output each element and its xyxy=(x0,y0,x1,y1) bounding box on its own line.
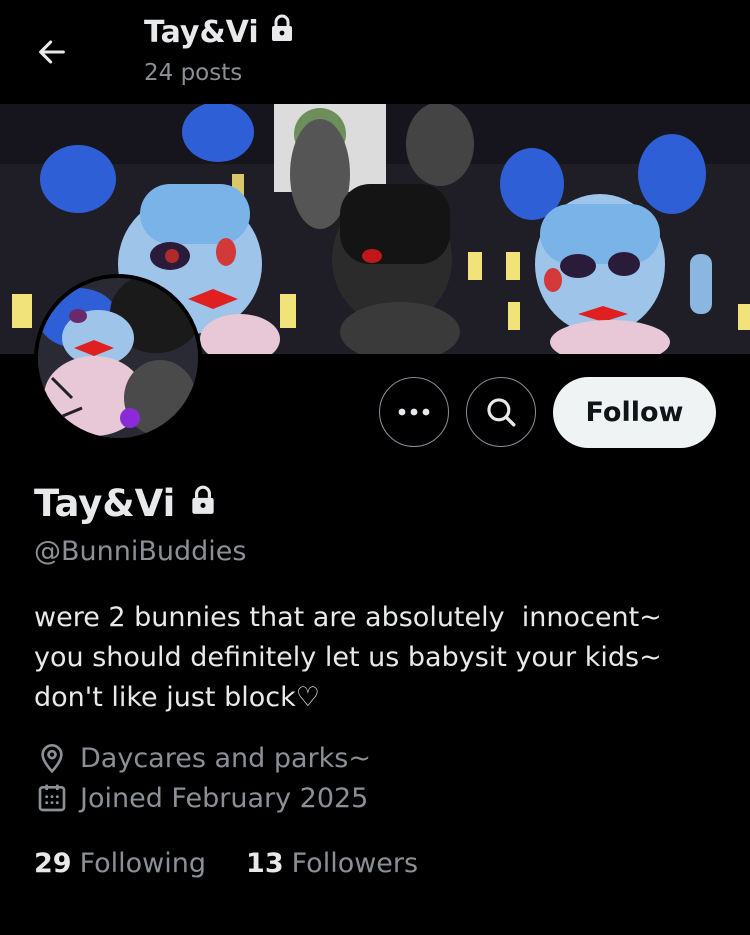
lock-icon xyxy=(189,482,217,525)
profile-avatar[interactable] xyxy=(34,274,202,442)
followers-label: Followers xyxy=(291,848,419,879)
more-icon xyxy=(398,408,430,416)
top-bar: Tay&Vi 24 posts xyxy=(0,0,750,104)
posts-count: 24 posts xyxy=(144,60,243,86)
back-arrow-icon xyxy=(39,40,65,64)
profile-bio: were 2 bunnies that are absolutely innoc… xyxy=(34,602,662,713)
joined-text: Joined February 2025 xyxy=(80,782,369,814)
follow-stats: 29 Following 13 Followers xyxy=(34,848,458,879)
back-button[interactable] xyxy=(30,30,74,74)
search-profile-button[interactable] xyxy=(466,377,536,447)
profile-handle: @BunniBuddies xyxy=(34,536,247,567)
search-icon xyxy=(487,398,516,427)
display-name: Tay&Vi xyxy=(34,482,176,525)
header-name: Tay&Vi xyxy=(144,14,259,50)
following-link[interactable]: 29 Following xyxy=(34,848,206,879)
following-count: 29 xyxy=(34,848,72,879)
calendar-icon xyxy=(38,784,66,812)
follow-button[interactable]: Follow xyxy=(553,377,716,448)
more-button[interactable] xyxy=(379,377,449,447)
followers-count: 13 xyxy=(246,848,284,879)
joined-row: Joined February 2025 xyxy=(36,782,368,814)
lock-icon xyxy=(269,13,295,51)
header-title: Tay&Vi xyxy=(144,13,295,51)
location-text: Daycares and parks~ xyxy=(80,742,371,774)
followers-link[interactable]: 13 Followers xyxy=(246,848,418,879)
following-label: Following xyxy=(79,848,207,879)
profile-name: Tay&Vi xyxy=(34,482,217,525)
location-row: Daycares and parks~ xyxy=(36,742,371,774)
location-pin-icon xyxy=(41,744,63,774)
